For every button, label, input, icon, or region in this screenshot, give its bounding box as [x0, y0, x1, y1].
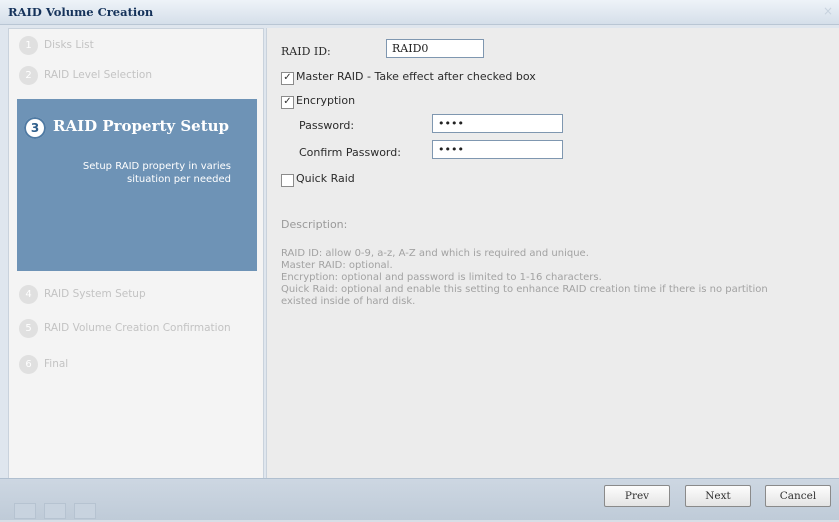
step-disks-list: 1 Disks List: [19, 36, 259, 58]
confirm-password-label: Confirm Password:: [299, 146, 401, 159]
active-step-number-badge: 3: [24, 117, 46, 139]
description-line: Encryption: optional and password is lim…: [281, 272, 602, 283]
active-step-description-line: situation per needed: [127, 174, 231, 185]
next-button[interactable]: Next: [685, 485, 751, 507]
step-number-badge: 5: [19, 319, 38, 338]
cancel-button[interactable]: Cancel: [765, 485, 831, 507]
raid-property-form-panel: RAID ID: RAID0 ✓ Master RAID - Take effe…: [266, 28, 839, 478]
active-step-description-line: Setup RAID property in varies: [82, 161, 231, 172]
active-step-title: RAID Property Setup: [53, 117, 230, 135]
wizard-footer: Prev Next Cancel: [0, 478, 839, 520]
raid-id-input[interactable]: RAID0: [386, 39, 484, 58]
window-title: RAID Volume Creation: [8, 5, 154, 19]
description-line: RAID ID: allow 0-9, a-z, A-Z and which i…: [281, 248, 589, 259]
password-field[interactable]: ••••: [432, 114, 563, 133]
step-number-badge: 4: [19, 285, 38, 304]
prev-button[interactable]: Prev: [604, 485, 670, 507]
quick-raid-checkbox[interactable]: [281, 174, 294, 187]
step-number-badge: 1: [19, 36, 38, 55]
description-text: RAID ID: allow 0-9, a-z, A-Z and which i…: [281, 248, 833, 308]
encryption-checkbox[interactable]: ✓: [281, 96, 294, 109]
encryption-label: Encryption: [296, 94, 356, 107]
master-raid-checkbox[interactable]: ✓: [281, 72, 294, 85]
step-number-badge: 6: [19, 355, 38, 374]
title-bar: RAID Volume Creation ×: [0, 0, 839, 25]
step-label: Final: [44, 358, 69, 370]
confirm-password-field[interactable]: ••••: [432, 140, 563, 159]
quick-raid-label: Quick Raid: [296, 172, 355, 185]
master-raid-label: Master RAID - Take effect after checked …: [296, 70, 536, 83]
description-line: Quick Raid: optional and enable this set…: [281, 284, 768, 295]
wizard-steps-sidebar: 1 Disks List 2 RAID Level Selection 3 RA…: [8, 28, 264, 480]
active-step-description: Setup RAID property in varies situation …: [11, 160, 231, 186]
step-raid-level-selection: 2 RAID Level Selection: [19, 66, 259, 88]
step-final: 6 Final: [19, 355, 259, 377]
step-label: RAID Volume Creation Confirmation: [44, 322, 231, 334]
password-label: Password:: [299, 119, 355, 132]
description-line: existed inside of hard disk.: [281, 296, 416, 307]
raid-volume-creation-window: RAID Volume Creation × 1 Disks List 2 RA…: [0, 0, 839, 520]
step-label: Disks List: [44, 39, 94, 51]
step-raid-volume-creation-confirmation: 5 RAID Volume Creation Confirmation: [19, 319, 259, 341]
step-raid-system-setup: 4 RAID System Setup: [19, 285, 259, 307]
step-label: RAID Level Selection: [44, 69, 153, 81]
active-step-raid-property-setup: 3 RAID Property Setup Setup RAID propert…: [17, 99, 257, 271]
description-line: Master RAID: optional.: [281, 260, 393, 271]
step-number-badge: 2: [19, 66, 38, 85]
footer-decoration: [14, 503, 104, 522]
step-label: RAID System Setup: [44, 288, 146, 300]
description-title: Description:: [281, 218, 348, 231]
raid-id-label: RAID ID:: [281, 45, 331, 58]
close-icon[interactable]: ×: [821, 4, 835, 18]
